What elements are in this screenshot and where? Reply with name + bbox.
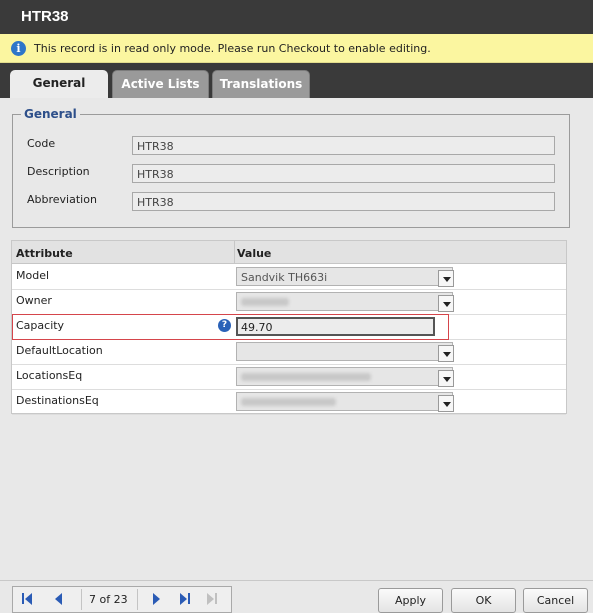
last-icon [180,593,187,605]
model-value: Sandvik TH663i [241,271,328,284]
destinationseq-select[interactable] [236,392,454,412]
redacted-value [241,373,371,381]
description-field[interactable]: HTR38 [132,164,555,183]
tab-active-lists[interactable]: Active Lists [112,70,209,98]
defaultlocation-label: DefaultLocation [16,344,103,357]
general-legend: General [24,107,77,121]
chevron-down-icon [443,277,451,282]
grid-header: Attribute Value [12,241,566,264]
attribute-row-defaultlocation: DefaultLocation [12,340,566,365]
record-position: 7 of 23 [89,593,128,606]
chevron-down-icon [443,402,451,407]
attribute-row-locationseq: LocationsEq [12,365,566,390]
defaultlocation-dropdown-button[interactable] [438,345,454,362]
locationseq-label: LocationsEq [16,369,83,382]
footer-bar: 7 of 23 Apply OK Cancel [0,580,593,613]
banner-message: This record is in read only mode. Please… [34,42,431,55]
owner-select[interactable] [236,292,454,312]
previous-icon [55,593,62,605]
tab-general[interactable]: General [10,70,108,98]
read-only-banner: i This record is in read only mode. Plea… [0,34,593,63]
attribute-row-destinationseq: DestinationsEq [12,390,566,415]
apply-button[interactable]: Apply [378,588,443,613]
next-record-button[interactable] [151,592,165,606]
attribute-row-model: Model Sandvik TH663i [12,265,566,290]
title-bar: HTR38 [0,0,593,34]
owner-dropdown-button[interactable] [438,295,454,312]
redacted-value [241,398,336,406]
capacity-input[interactable]: 49.70 [236,317,435,336]
locationseq-dropdown-button[interactable] [438,370,454,387]
attribute-row-capacity: Capacity ? 49.70 [12,314,566,340]
code-label: Code [27,137,56,150]
cancel-button[interactable]: Cancel [523,588,588,613]
code-field[interactable]: HTR38 [132,136,555,155]
next-icon [153,593,160,605]
last-record-button[interactable] [180,592,194,606]
first-icon [22,593,24,604]
defaultlocation-select[interactable] [236,342,454,362]
attribute-column-header[interactable]: Attribute [16,247,73,260]
destinationseq-label: DestinationsEq [16,394,99,407]
ok-button[interactable]: OK [451,588,516,613]
help-icon[interactable]: ? [218,319,231,332]
attribute-row-owner: Owner [12,290,566,315]
owner-label: Owner [16,294,52,307]
first-record-button[interactable] [22,592,36,606]
redacted-value [241,298,289,306]
record-pager: 7 of 23 [12,586,232,613]
abbreviation-label: Abbreviation [27,193,97,206]
chevron-down-icon [443,377,451,382]
window-title: HTR38 [21,8,69,25]
add-icon [207,593,214,605]
description-label: Description [27,165,90,178]
chevron-down-icon [443,302,451,307]
previous-record-button[interactable] [53,592,67,606]
tab-strip: General Active Lists Translations [0,63,593,98]
value-column-header[interactable]: Value [237,247,271,260]
abbreviation-field[interactable]: HTR38 [132,192,555,211]
tab-translations[interactable]: Translations [212,70,310,98]
model-select[interactable]: Sandvik TH663i [236,267,454,287]
model-dropdown-button[interactable] [438,270,454,287]
add-record-button [207,592,221,606]
capacity-label: Capacity [16,319,65,332]
model-label: Model [16,269,50,282]
info-icon: i [11,41,26,56]
locationseq-select[interactable] [236,367,454,387]
destinationseq-dropdown-button[interactable] [438,395,454,412]
chevron-down-icon [443,352,451,357]
attribute-grid: Attribute Value Model Sandvik TH663i Own… [11,240,567,415]
